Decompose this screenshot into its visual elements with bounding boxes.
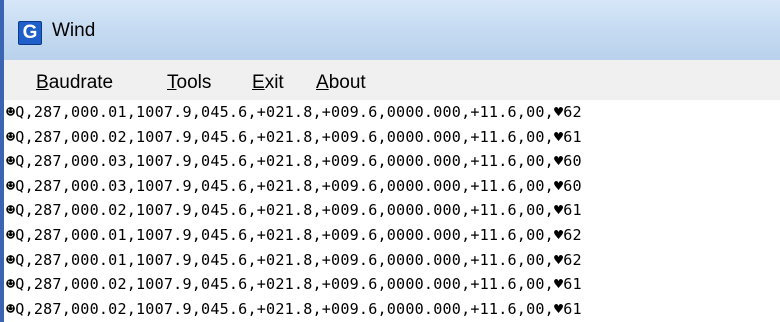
menu-baudrate-mnemonic: B bbox=[36, 72, 49, 93]
menu-exit-mnemonic: E bbox=[252, 72, 265, 93]
menu-about[interactable]: About bbox=[316, 72, 366, 94]
output-line: ☻Q,287,000.01,1007.9,045.6,+021.8,+009.6… bbox=[6, 250, 582, 269]
window-title: Wind bbox=[52, 20, 96, 41]
menu-tools-label: ools bbox=[176, 72, 212, 93]
wind-window: G Wind Baudrate Tools Exit About ☻Q,287,… bbox=[0, 0, 780, 322]
menu-bar: Baudrate Tools Exit About bbox=[0, 60, 780, 100]
menu-baudrate[interactable]: Baudrate bbox=[36, 72, 113, 94]
output-line: ☻Q,287,000.01,1007.9,045.6,+021.8,+009.6… bbox=[6, 103, 582, 121]
menu-about-mnemonic: A bbox=[316, 72, 329, 93]
menu-tools[interactable]: Tools bbox=[167, 72, 211, 94]
output-line: ☻Q,287,000.02,1007.9,045.6,+021.8,+009.6… bbox=[6, 299, 582, 318]
menu-exit[interactable]: Exit bbox=[252, 72, 284, 94]
output-line: ☻Q,287,000.02,1007.9,045.6,+021.8,+009.6… bbox=[6, 127, 582, 146]
menu-tools-mnemonic: T bbox=[167, 72, 177, 93]
title-bar[interactable]: G Wind bbox=[0, 0, 780, 60]
menu-exit-label: xit bbox=[264, 72, 284, 93]
output-line: ☻Q,287,000.02,1007.9,045.6,+021.8,+009.6… bbox=[6, 201, 582, 220]
output-line: ☻Q,287,000.02,1007.9,045.6,+021.8,+009.6… bbox=[6, 275, 582, 294]
serial-output-area[interactable]: ☻Q,287,000.01,1007.9,045.6,+021.8,+009.6… bbox=[0, 100, 780, 322]
menu-about-label: bout bbox=[328, 72, 366, 93]
app-icon: G bbox=[18, 21, 42, 45]
output-line: ☻Q,287,000.03,1007.9,045.6,+021.8,+009.6… bbox=[6, 176, 582, 195]
output-line: ☻Q,287,000.03,1007.9,045.6,+021.8,+009.6… bbox=[6, 152, 582, 171]
output-line: ☻Q,287,000.01,1007.9,045.6,+021.8,+009.6… bbox=[6, 225, 582, 244]
menu-baudrate-label: audrate bbox=[48, 72, 114, 93]
